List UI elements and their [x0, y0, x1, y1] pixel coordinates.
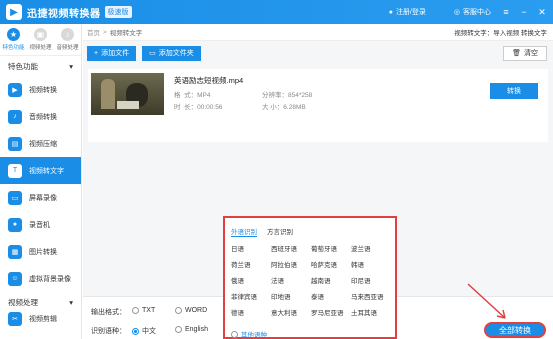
output-format-label: 输出格式：: [91, 309, 126, 316]
file-resolution: 分辨率：854*258: [262, 92, 313, 99]
sidebar: ★ 特色功能 ▣ 视频处理 ♪ 音频处理 特色功能 ▾ ▶ 视频转换 ♪ 音频转换 ▤ 视频压…: [0, 24, 82, 339]
language-option[interactable]: 法语: [271, 275, 311, 285]
language-option[interactable]: 西班牙语: [271, 243, 311, 253]
language-option[interactable]: 波兰语: [351, 243, 391, 253]
language-option[interactable]: 俄语: [231, 275, 271, 285]
tab-featured[interactable]: ★ 特色功能: [0, 24, 27, 55]
chevron-down-icon: ▾: [69, 297, 73, 307]
radio-icon: [175, 326, 182, 333]
breadcrumb: 首页 > 视频转文字 视频转文字：导入视频 转换文字: [83, 24, 553, 41]
headset-icon: ◎: [453, 9, 460, 16]
app-window: ▶ 迅捷视频转换器 极速版 ● 注册/登录 ◎ 客服中心 ≡ − ✕ ★ 特色功能 ▣…: [0, 0, 553, 339]
language-option[interactable]: 葡萄牙语: [311, 243, 351, 253]
sidebar-item-screen-record[interactable]: ▭ 屏幕录像: [0, 184, 81, 211]
language-option[interactable]: 印地语: [271, 291, 311, 301]
tab-foreign-language[interactable]: 外语识别: [231, 226, 257, 237]
sidebar-item-virtual-bg[interactable]: ☺ 虚拟背景录像: [0, 265, 81, 292]
video-thumbnail: [91, 73, 164, 115]
scissors-icon: ✂: [8, 312, 22, 326]
audio-icon: ♪: [8, 109, 22, 124]
language-option[interactable]: 土耳其语: [351, 307, 391, 317]
file-duration: 时 长：00:00:56: [174, 104, 223, 111]
sidebar-item-image-convert[interactable]: ▦ 图片转换: [0, 238, 81, 265]
feature-hint: 视频转文字：导入视频 转换文字: [454, 30, 547, 37]
tab-audio[interactable]: ♪ 音频处理: [54, 24, 81, 55]
radio-selected-icon: [132, 327, 139, 335]
file-size: 大 小：6.28MB: [262, 104, 306, 111]
section-featured[interactable]: 特色功能 ▾: [0, 56, 81, 76]
text-icon: T: [8, 163, 22, 178]
sidebar-item-audio-convert[interactable]: ♪ 音频转换: [0, 103, 81, 130]
screen-icon: ▭: [8, 190, 22, 205]
user-icon: ●: [388, 8, 393, 16]
add-folder-button[interactable]: ▭ 添加文件夹: [142, 45, 201, 61]
language-option[interactable]: 日语: [231, 243, 271, 253]
language-option[interactable]: 泰语: [311, 291, 351, 301]
close-icon[interactable]: ✕: [535, 7, 549, 18]
file-format: 格 式：MP4: [174, 92, 211, 99]
breadcrumb-home[interactable]: 首页: [87, 27, 100, 37]
trash-icon: 🗑: [512, 50, 521, 57]
radio-icon: [132, 307, 139, 314]
lang-english-radio[interactable]: English: [175, 326, 208, 333]
language-option[interactable]: 印尼语: [351, 275, 391, 285]
video-convert-icon: ▶: [8, 82, 22, 97]
sidebar-item-video-to-text[interactable]: T 视频转文字: [0, 157, 81, 184]
sidebar-item-video-convert[interactable]: ▶ 视频转换: [0, 76, 81, 103]
minimize-icon[interactable]: −: [517, 7, 531, 17]
mic-icon: ●: [8, 217, 22, 232]
sidebar-item-video-edit[interactable]: ✂ 视频剪辑: [0, 312, 81, 326]
language-option[interactable]: 意大利语: [271, 307, 311, 317]
login-link[interactable]: ● 注册/登录: [389, 7, 426, 17]
other-languages-radio[interactable]: 其他语种: [231, 329, 267, 339]
language-option[interactable]: 哈萨克语: [311, 259, 351, 269]
app-title: 迅捷视频转换器: [27, 8, 101, 20]
breadcrumb-current: 视频转文字: [109, 30, 143, 37]
recognition-language-label: 识别语种：: [91, 328, 126, 335]
title-bar: ▶ 迅捷视频转换器 极速版 ● 注册/登录 ◎ 客服中心 ≡ − ✕: [0, 0, 553, 24]
clear-button[interactable]: 🗑 清空: [503, 45, 547, 61]
tab-dialect[interactable]: 方言识别: [267, 226, 293, 237]
language-option[interactable]: 菲律宾语: [231, 291, 271, 301]
radio-icon: [231, 330, 238, 338]
star-icon: ★: [7, 28, 20, 41]
language-popup: 外语识别 方言识别 日语 西班牙语 葡萄牙语 波兰语 荷兰语 阿拉伯语 哈萨克语…: [223, 216, 397, 339]
convert-all-button[interactable]: 全部转换: [484, 322, 546, 338]
convert-button[interactable]: 转换: [490, 83, 538, 99]
person-icon: ☺: [8, 271, 22, 286]
service-center-link[interactable]: ◎ 客服中心: [454, 7, 491, 17]
language-option[interactable]: 越南语: [311, 275, 351, 285]
menu-icon[interactable]: ≡: [499, 7, 513, 17]
chevron-down-icon: ▾: [69, 61, 73, 71]
section-video-processing[interactable]: 视频处理 ▾: [0, 292, 81, 312]
video-icon: ▣: [34, 28, 47, 41]
music-icon: ♪: [61, 28, 74, 41]
image-icon: ▦: [8, 244, 22, 259]
lang-chinese-radio[interactable]: 中文: [132, 326, 156, 336]
file-item: 英语励志短视频.mp4 格 式：MP4 时 长：00:00:56 分辨率：854…: [88, 69, 548, 142]
plus-icon: +: [94, 49, 99, 57]
language-option[interactable]: 德语: [231, 307, 271, 317]
folder-icon: ▭: [149, 50, 156, 57]
language-option[interactable]: 韩语: [351, 259, 391, 269]
language-option[interactable]: 马来西亚语: [351, 291, 391, 301]
tab-video[interactable]: ▣ 视频处理: [27, 24, 54, 55]
add-file-button[interactable]: + 添加文件: [87, 45, 137, 61]
file-name: 英语励志短视频.mp4: [174, 76, 244, 85]
language-option[interactable]: 阿拉伯语: [271, 259, 311, 269]
language-option[interactable]: 罗马尼亚语: [311, 307, 351, 317]
language-option[interactable]: 荷兰语: [231, 259, 271, 269]
app-logo: ▶: [6, 4, 22, 20]
action-bar: + 添加文件 ▭ 添加文件夹 🗑 清空: [83, 41, 553, 65]
edition-badge: 极速版: [104, 6, 132, 18]
language-grid: 日语 西班牙语 葡萄牙语 波兰语 荷兰语 阿拉伯语 哈萨克语 韩语 俄语 法语 …: [231, 243, 391, 317]
format-word-radio[interactable]: WORD: [175, 307, 207, 314]
radio-icon: [175, 307, 182, 314]
sidebar-item-recorder[interactable]: ● 录音机: [0, 211, 81, 238]
breadcrumb-separator: >: [103, 28, 107, 36]
sidebar-item-video-compress[interactable]: ▤ 视频压缩: [0, 130, 81, 157]
compress-icon: ▤: [8, 136, 22, 151]
format-txt-radio[interactable]: TXT: [132, 307, 155, 314]
